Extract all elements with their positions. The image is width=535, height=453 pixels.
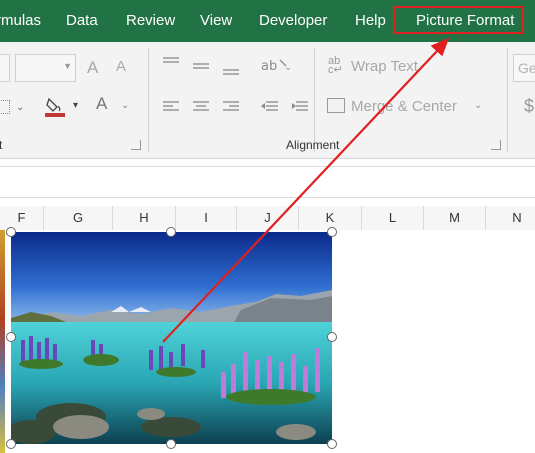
- annotation-arrow: [162, 37, 450, 343]
